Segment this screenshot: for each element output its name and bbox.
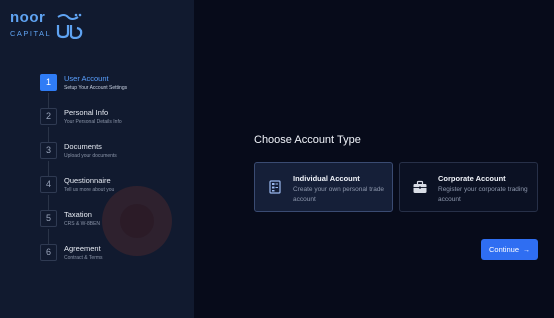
step-number: 6: [40, 244, 57, 261]
card-title: Individual Account: [293, 174, 360, 183]
arrow-right-icon: →: [523, 247, 531, 254]
card-description: Register your corporate trading account: [438, 186, 528, 203]
step-number: 4: [40, 176, 57, 193]
step-number: 2: [40, 108, 57, 125]
step-subtitle: CRS & W-8BEN: [64, 221, 101, 227]
step-title: User Account: [64, 74, 109, 83]
sidebar: noor CAPITAL 1 User Account Setup Your A…: [0, 0, 194, 318]
id-card-icon: [269, 180, 281, 194]
continue-label: Continue: [488, 245, 520, 254]
briefcase-icon: [413, 180, 427, 193]
step-subtitle: Setup Your Account Settings: [64, 85, 128, 91]
card-title: Corporate Account: [438, 174, 506, 183]
continue-button[interactable]: Continue →: [481, 239, 538, 260]
step-documents[interactable]: 3 Documents Upload your documents: [40, 142, 190, 172]
logo-subtitle: CAPITAL: [10, 29, 52, 38]
step-agreement[interactable]: 6 Agreement Contract & Terms: [40, 244, 190, 274]
step-number: 5: [40, 210, 57, 227]
step-subtitle: Tell us more about you: [64, 187, 115, 193]
step-number: 3: [40, 142, 57, 159]
noor-capital-logo: noor CAPITAL: [10, 9, 90, 41]
step-subtitle: Contract & Terms: [64, 255, 103, 261]
step-title: Personal Info: [64, 108, 109, 117]
step-title: Questionnaire: [64, 176, 111, 185]
step-title: Agreement: [64, 244, 101, 253]
logo-arabic-mark: [56, 13, 83, 39]
card-description: Create your own personal trade account: [293, 186, 385, 203]
corporate-account-card[interactable]: Corporate Account Register your corporat…: [399, 162, 538, 212]
step-number: 1: [40, 74, 57, 91]
step-user-account[interactable]: 1 User Account Setup Your Account Settin…: [40, 74, 190, 104]
individual-account-card[interactable]: Individual Account Create your own perso…: [254, 162, 393, 212]
step-personal-info[interactable]: 2 Personal Info Your Personal Details In…: [40, 108, 190, 138]
page-title: Choose Account Type: [254, 134, 361, 146]
step-title: Taxation: [64, 210, 92, 219]
step-questionnaire[interactable]: 4 Questionnaire Tell us more about you: [40, 176, 190, 206]
step-title: Documents: [64, 142, 102, 151]
step-taxation[interactable]: 5 Taxation CRS & W-8BEN: [40, 210, 190, 240]
step-subtitle: Your Personal Details Info: [64, 119, 122, 125]
logo-wordmark: noor: [10, 9, 46, 26]
step-subtitle: Upload your documents: [64, 153, 117, 159]
